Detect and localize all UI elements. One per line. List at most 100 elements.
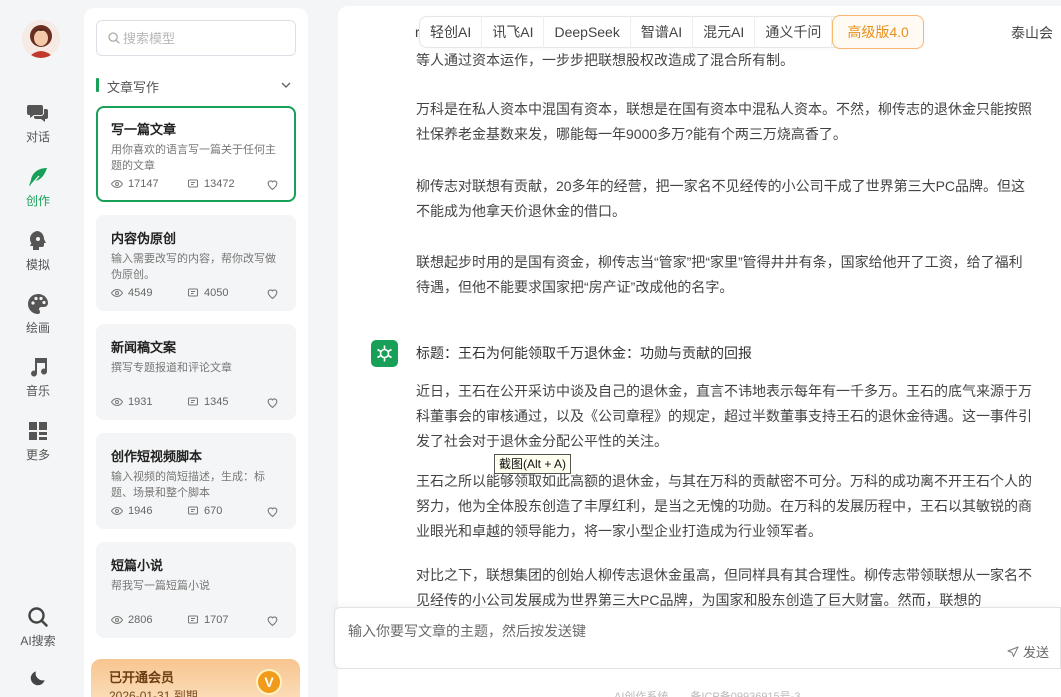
avatar[interactable] [22,20,60,58]
eye-icon [111,179,123,189]
model-tab[interactable]: 智谱AI [631,16,694,48]
views-stat: 17147 [111,178,159,190]
like-button[interactable] [266,396,279,409]
model-tab-advanced[interactable]: 高级版4.0 [832,15,924,49]
chat-icon [27,105,48,122]
comment-icon [188,397,198,406]
heart-icon [267,616,278,627]
avatar-image [22,20,60,58]
reply-paragraph: 对比之下，联想集团的创始人柳传志退休金虽高，但同样具有其合理性。柳传志带领联想从… [416,567,1032,608]
like-button[interactable] [266,287,279,300]
search-icon [108,32,120,44]
nav-item-ai-search[interactable]: AI搜索 [0,605,76,649]
comment-icon [188,506,198,515]
reply-title: 标题：王石为何能领取千万退休金：功勋与贡献的回报 [416,345,752,361]
previous-message-paragraph: 联想起步时用的是国有资金，柳传志当“管家”把“家里”管得井井有条，国家给他开了工… [416,254,1023,295]
card-stats: 17147 13472 [111,178,285,192]
model-tab[interactable]: 混元AI [693,16,756,48]
model-tab[interactable]: 通义千问 [755,16,833,48]
template-search[interactable] [96,20,296,56]
views-stat: 1931 [111,396,152,408]
comments-count: 1707 [204,614,229,626]
moon-icon [30,671,45,686]
reply-paragraph: 近日，王石在公开采访中谈及自己的退休金，直言不讳地表示每年有一千多万。王石的底气… [416,383,1032,449]
eye-icon [111,397,123,407]
card-title: 内容伪原创 [111,231,177,246]
model-tab[interactable]: 轻创AI [420,16,483,48]
views-count: 1946 [128,505,153,517]
vip-status: 已开通会员 [109,670,175,685]
openai-logo-icon [377,345,392,362]
views-count: 4549 [128,287,153,299]
card-title: 新闻稿文案 [111,340,177,355]
card-stats: 1946 670 [111,505,285,519]
head-icon [30,231,46,250]
previous-message-paragraph: 柳传志对联想有贡献，20多年的经营，把一家名不见经传的小公司干成了世界第三大PC… [416,178,1026,219]
template-card[interactable]: 新闻稿文案 撰写专题报道和评论文章 1931 1345 [96,324,296,420]
model-tab[interactable]: 讯飞AI [482,16,545,48]
comments-count: 670 [204,505,223,517]
views-stat: 1946 [111,505,152,517]
comments-count: 4050 [204,287,229,299]
nav-item-label: 模拟 [25,258,50,272]
nav-item-label: AI搜索 [20,634,56,648]
previous-message-paragraph: 万科是在私人资本中混国有资本，联想是在国有资本中混私人资本。不然，柳传志的退休金… [416,101,1032,142]
comments-stat: 4050 [187,287,228,299]
nav-item-label: 更多 [25,448,50,462]
search-input[interactable] [123,23,293,53]
template-card[interactable]: 创作短视频脚本 输入视频的简短描述，生成：标题、场景和整个脚本 1946 670 [96,433,296,529]
nav-item-label: 对话 [25,130,50,144]
template-panel: 文章写作 写一篇文章 用你喜欢的语言写一篇关于任何主题的文章 17147 134… [84,8,308,697]
comments-stat: 670 [187,505,222,517]
views-stat: 4549 [111,287,152,299]
nav-item-draw[interactable]: 绘画 [0,292,76,336]
feather-icon [29,168,47,186]
comments-stat: 1707 [187,614,228,626]
card-title: 短篇小说 [111,558,164,573]
card-stats: 4549 4050 [111,287,285,301]
card-description: 输入视频的简短描述，生成：标题、场景和整个脚本 [111,471,265,499]
card-description: 输入需要改写的内容，帮你改写做伪原创。 [111,253,276,281]
views-count: 1931 [128,396,153,408]
template-card[interactable]: 内容伪原创 输入需要改写的内容，帮你改写做伪原创。 4549 4050 [96,215,296,311]
chevron-down-icon [281,82,291,88]
theme-toggle[interactable] [0,668,76,691]
search-icon [28,607,48,627]
nav-item-create[interactable]: 创作 [0,165,76,209]
nav-item-more[interactable]: 更多 [0,419,76,463]
section-header[interactable]: 文章写作 [96,76,296,96]
comments-stat: 1345 [187,396,228,408]
template-card[interactable]: 短篇小说 帮我写一篇短篇小说 2806 1707 [96,542,296,638]
music-icon [31,358,48,377]
model-tab[interactable]: DeepSeek [544,16,631,48]
like-button[interactable] [266,178,279,191]
comments-count: 13472 [204,178,235,190]
comment-icon [188,288,198,297]
comments-stat: 13472 [187,178,235,190]
bot-avatar [371,340,398,367]
nav-item-chat[interactable]: 对话 [0,101,76,145]
template-card[interactable]: 写一篇文章 用你喜欢的语言写一篇关于任何主题的文章 17147 13472 [96,106,296,202]
vip-membership-card[interactable]: 已开通会员 2026-01-31 到期 V [91,659,300,697]
send-button[interactable]: 发送 [1007,642,1049,661]
eye-icon [111,288,123,298]
footer-text: AI创作系统 备ICP备09936915号-3 [614,691,801,697]
composer: 发送 [334,607,1061,669]
like-button[interactable] [266,614,279,627]
screenshot-tooltip: 截图(Alt + A) [494,454,572,474]
nav-item-music[interactable]: 音乐 [0,355,76,399]
card-description: 帮我写一篇短篇小说 [111,580,210,592]
like-button[interactable] [266,505,279,518]
comment-icon [188,615,198,624]
nav-rail: 对话 创作 模拟 绘画 音乐 更多 AI搜索 [0,0,76,697]
views-count: 2806 [128,614,153,626]
section-accent-bar [96,78,99,92]
nav-item-label: 绘画 [25,321,50,335]
nav-item-simulate[interactable]: 模拟 [0,229,76,273]
palette-icon [28,294,48,314]
message-input[interactable] [348,621,988,661]
obscured-text-suffix: 泰山会 [1011,25,1053,41]
vip-badge-icon: V [256,669,282,695]
heart-icon [267,180,278,191]
nav-item-label: 创作 [25,194,50,208]
